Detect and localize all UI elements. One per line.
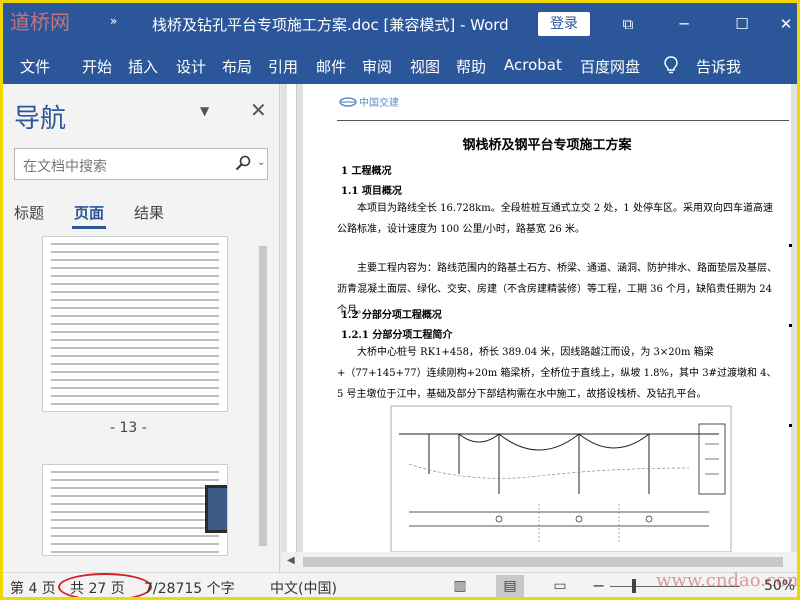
heading-1: 1 工程概况 xyxy=(341,166,392,177)
bridge-elevation-drawing xyxy=(390,405,732,553)
ribbon-display-icon[interactable]: ⧉ xyxy=(616,12,640,36)
quick-access-more-icon[interactable]: » xyxy=(110,14,117,28)
search-input[interactable]: 在文档中搜索 xyxy=(23,156,107,176)
horizontal-scrollbar-thumb[interactable] xyxy=(303,557,783,567)
tab-file[interactable]: 文件 xyxy=(20,56,50,77)
thumbnail-photo xyxy=(205,485,227,533)
nav-scrollbar-thumb[interactable] xyxy=(259,246,267,546)
watermark-url: www.cndao.com xyxy=(656,570,800,591)
lightbulb-icon[interactable] xyxy=(664,56,678,74)
vertical-ruler xyxy=(287,84,297,552)
paragraph-project-overview: 本项目为路线全长 16.728km。全段桩桩互通式立交 2 处，1 处停车区。采… xyxy=(337,203,773,235)
nav-close-icon[interactable]: ✕ xyxy=(250,98,267,122)
minimize-icon[interactable]: ─ xyxy=(672,12,696,36)
web-layout-icon[interactable]: ▭ xyxy=(546,575,574,597)
status-current-page[interactable]: 第 4 页 xyxy=(10,578,56,598)
active-tab-indicator xyxy=(72,226,106,229)
search-box[interactable]: 在文档中搜索 ⌄ xyxy=(14,148,268,180)
margin-marker xyxy=(789,324,792,327)
tab-baidu-netdisk[interactable]: 百度网盘 xyxy=(580,56,640,77)
print-layout-icon[interactable]: ▤ xyxy=(496,575,524,597)
header-rule xyxy=(337,120,789,121)
tab-home[interactable]: 开始 xyxy=(82,56,112,77)
document-page[interactable]: 中国交建 钢栈桥及钢平台专项施工方案 1 工程概况 1.1 项目概况 本项目为路… xyxy=(303,84,791,553)
heading-1-2-1: 1.2.1 分部分项工程简介 xyxy=(341,330,453,341)
nav-tab-pages[interactable]: 页面 xyxy=(74,202,104,223)
margin-marker xyxy=(789,244,792,247)
tab-layout[interactable]: 布局 xyxy=(222,56,252,77)
margin-marker xyxy=(789,424,792,427)
nav-options-chevron-icon[interactable]: ▼ xyxy=(200,104,209,118)
page-thumbnail-list: - 13 - xyxy=(0,236,256,556)
scroll-left-icon[interactable]: ◀ xyxy=(287,555,295,566)
tab-references[interactable]: 引用 xyxy=(268,56,298,77)
close-icon[interactable]: ✕ xyxy=(774,12,798,36)
watermark-logo: 道桥网 xyxy=(10,10,70,34)
thumbnail-page-number: - 13 - xyxy=(110,420,147,436)
tab-acrobat[interactable]: Acrobat xyxy=(504,56,562,74)
red-annotation-oval xyxy=(58,573,152,600)
tab-insert[interactable]: 插入 xyxy=(128,56,158,77)
login-button[interactable]: 登录 xyxy=(538,12,590,36)
read-mode-icon[interactable]: ▥ xyxy=(446,575,474,597)
ribbon-tabs: 文件 开始 插入 设计 布局 引用 邮件 审阅 视图 帮助 Acrobat 百度… xyxy=(0,48,800,84)
company-logo-text: 中国交建 xyxy=(359,98,399,109)
maximize-icon[interactable]: ☐ xyxy=(730,12,754,36)
horizontal-scrollbar[interactable]: ◀ xyxy=(281,552,800,572)
heading-1-1: 1.1 项目概况 xyxy=(341,186,402,197)
nav-tab-results[interactable]: 结果 xyxy=(134,202,164,223)
search-icon[interactable] xyxy=(235,155,251,171)
title-bar: 道桥网 » 栈桥及钻孔平台专项施工方案.doc [兼容模式] - Word 登录… xyxy=(0,0,800,48)
page-thumbnail-14[interactable] xyxy=(42,464,228,556)
heading-1-2: 1.2 分部分项工程概况 xyxy=(341,310,442,321)
nav-title: 导航 xyxy=(14,104,67,134)
document-area: 中国交建 钢栈桥及钢平台专项施工方案 1 工程概况 1.1 项目概况 本项目为路… xyxy=(281,84,800,572)
zoom-slider-thumb[interactable] xyxy=(632,579,636,593)
tab-design[interactable]: 设计 xyxy=(176,56,206,77)
nav-scrollbar[interactable] xyxy=(256,236,270,556)
zoom-out-icon[interactable]: − xyxy=(592,576,605,595)
company-logo-icon xyxy=(339,97,357,107)
tab-help[interactable]: 帮助 xyxy=(456,56,486,77)
paragraph-bridge-description: 大桥中心桩号 RK1+458，桥长 389.04 米，因线路越江而设，为 3×2… xyxy=(337,347,777,400)
window-title: 栈桥及钻孔平台专项施工方案.doc [兼容模式] - Word xyxy=(152,16,509,34)
status-language[interactable]: 中文(中国) xyxy=(270,578,337,598)
tell-me-input[interactable]: 告诉我 xyxy=(696,56,741,77)
nav-tab-headings[interactable]: 标题 xyxy=(14,202,44,223)
search-chevron-down-icon[interactable]: ⌄ xyxy=(257,157,265,168)
tab-view[interactable]: 视图 xyxy=(410,56,440,77)
tab-review[interactable]: 审阅 xyxy=(362,56,392,77)
document-title: 钢栈桥及钢平台专项施工方案 xyxy=(462,138,632,153)
status-word-count[interactable]: 7/28715 个字 xyxy=(144,578,235,598)
tab-mailings[interactable]: 邮件 xyxy=(316,56,346,77)
navigation-pane: 导航 ▼ ✕ 在文档中搜索 ⌄ 标题 页面 结果 - 13 - xyxy=(0,84,280,572)
page-thumbnail-13[interactable] xyxy=(42,236,228,412)
